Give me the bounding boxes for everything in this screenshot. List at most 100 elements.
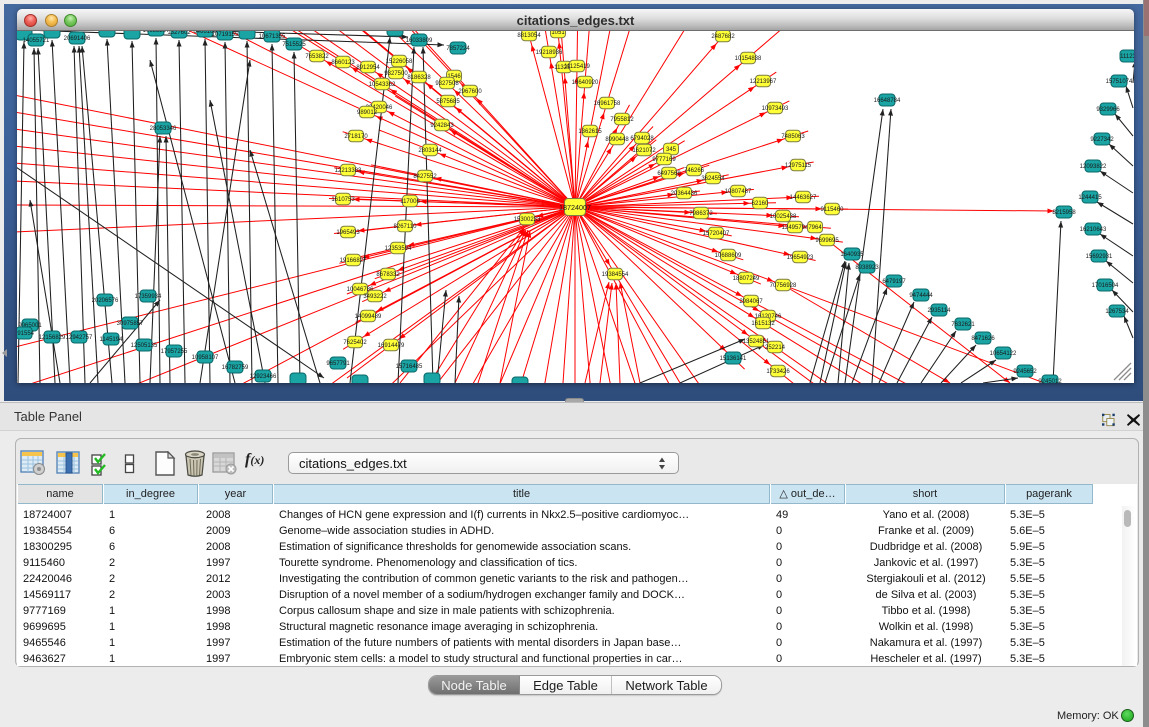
svg-text:8938923: 8938923 <box>855 265 879 271</box>
svg-text:1051: 1051 <box>551 31 565 36</box>
svg-text:1640935: 1640935 <box>840 252 864 258</box>
svg-text:12942757: 12942757 <box>66 335 93 341</box>
svg-text:7632621: 7632621 <box>951 322 975 328</box>
svg-text:8660123: 8660123 <box>331 60 355 66</box>
svg-text:2967600: 2967600 <box>458 89 482 95</box>
svg-text:8678332: 8678332 <box>376 272 400 278</box>
svg-text:12093822: 12093822 <box>1080 164 1107 170</box>
svg-text:2803144: 2803144 <box>418 148 442 154</box>
svg-text:10688609: 10688609 <box>715 253 742 259</box>
svg-text:16961758: 16961758 <box>594 101 621 107</box>
svg-text:5875685: 5875685 <box>436 99 460 105</box>
svg-text:7986372: 7986372 <box>689 211 713 217</box>
svg-text:12156829: 12156829 <box>39 335 66 341</box>
svg-text:7955812: 7955812 <box>610 117 634 123</box>
svg-text:16033809: 16033809 <box>406 38 433 44</box>
svg-text:10807487: 10807487 <box>725 189 752 195</box>
svg-text:19218936: 19218936 <box>536 50 563 56</box>
svg-text:9245012: 9245012 <box>1038 379 1062 383</box>
svg-text:15751074: 15751074 <box>1106 79 1133 85</box>
svg-text:8427552: 8427552 <box>413 174 437 180</box>
svg-text:16210643: 16210643 <box>1080 227 1107 233</box>
svg-text:14463627: 14463627 <box>790 195 817 201</box>
svg-text:9115460: 9115460 <box>821 207 845 213</box>
svg-text:8813054: 8813054 <box>517 33 541 39</box>
svg-text:6794028: 6794028 <box>630 136 654 142</box>
svg-text:2487682: 2487682 <box>711 34 735 40</box>
svg-text:8990448: 8990448 <box>605 137 629 143</box>
svg-text:18807249: 18807249 <box>733 276 760 282</box>
svg-text:6497568: 6497568 <box>657 171 681 177</box>
svg-text:16782759: 16782759 <box>222 365 249 371</box>
svg-text:8267110: 8267110 <box>394 224 418 230</box>
svg-text:9329966: 9329966 <box>1096 107 1120 113</box>
svg-text:8471626: 8471626 <box>971 336 995 342</box>
svg-text:10025438: 10025438 <box>770 214 797 220</box>
svg-text:1327602: 1327602 <box>167 31 191 36</box>
svg-text:11125419: 11125419 <box>564 64 590 70</box>
svg-text:12213967: 12213967 <box>750 79 777 85</box>
svg-text:10671355: 10671355 <box>259 34 286 40</box>
svg-text:9227342: 9227342 <box>1090 137 1114 143</box>
svg-text:20206576: 20206576 <box>92 298 119 304</box>
svg-text:18640920: 18640920 <box>572 80 599 86</box>
svg-text:12975115: 12975115 <box>785 163 812 169</box>
svg-text:9657791: 9657791 <box>326 361 350 367</box>
svg-text:14055721: 14055721 <box>23 38 50 44</box>
svg-text:1610753: 1610753 <box>331 197 355 203</box>
svg-text:9245652: 9245652 <box>1013 369 1037 375</box>
svg-text:28053346: 28053346 <box>150 126 177 132</box>
svg-text:15300233: 15300233 <box>514 217 541 223</box>
svg-text:15692931: 15692931 <box>1086 254 1113 260</box>
svg-text:10654122: 10654122 <box>990 351 1017 357</box>
svg-text:991554: 991554 <box>17 331 35 337</box>
svg-text:12923466: 12923466 <box>250 374 277 380</box>
svg-text:7625402: 7625402 <box>343 340 367 346</box>
svg-text:14099489: 14099489 <box>355 314 382 320</box>
svg-text:117006: 117006 <box>400 199 420 205</box>
svg-text:17957255: 17957255 <box>161 349 188 355</box>
svg-text:62160: 62160 <box>752 201 769 207</box>
svg-text:6479197: 6479197 <box>882 279 906 285</box>
svg-text:12353594: 12353594 <box>385 246 412 252</box>
svg-text:8215958: 8215958 <box>1052 210 1076 216</box>
svg-text:12213383: 12213383 <box>335 168 362 174</box>
svg-text:19166827: 19166827 <box>340 258 367 264</box>
svg-text:30975857: 30975857 <box>117 321 144 327</box>
svg-text:19654923: 19654923 <box>787 255 814 261</box>
svg-text:1615132: 1615132 <box>751 321 775 327</box>
svg-text:3624554: 3624554 <box>701 176 725 182</box>
svg-text:18724007: 18724007 <box>559 203 591 212</box>
svg-text:16648784: 16648784 <box>874 98 901 104</box>
svg-text:2718170: 2718170 <box>344 134 368 140</box>
svg-text:17359934: 17359934 <box>135 294 162 300</box>
svg-text:10958107: 10958107 <box>192 355 219 361</box>
svg-text:15136141: 15136141 <box>720 356 747 362</box>
svg-text:9327500: 9327500 <box>384 71 408 77</box>
svg-text:17016504: 17016504 <box>1092 283 1119 289</box>
svg-text:10543362: 10543362 <box>369 82 396 88</box>
svg-text:8186328: 8186328 <box>407 75 431 81</box>
svg-text:15720407: 15720407 <box>703 231 730 237</box>
svg-text:746266: 746266 <box>684 168 705 174</box>
svg-text:9327508: 9327508 <box>435 81 459 87</box>
svg-text:7857224: 7857224 <box>446 46 470 52</box>
svg-text:12505135: 12505135 <box>131 343 158 349</box>
svg-text:15226058: 15226058 <box>386 59 413 65</box>
svg-text:10154838: 10154838 <box>735 56 762 62</box>
svg-text:16914479: 16914479 <box>378 343 405 349</box>
svg-text:989012: 989012 <box>357 110 378 116</box>
svg-text:345: 345 <box>666 147 677 153</box>
svg-text:2984067: 2984067 <box>739 299 763 305</box>
svg-text:1733426: 1733426 <box>766 369 790 375</box>
svg-text:19384554: 19384554 <box>602 272 629 278</box>
svg-text:7485063: 7485063 <box>781 134 805 140</box>
svg-text:9699695: 9699695 <box>815 238 839 244</box>
svg-text:11123: 11123 <box>1120 54 1134 60</box>
svg-text:7964: 7964 <box>808 225 822 231</box>
svg-text:20691406: 20691406 <box>64 36 91 42</box>
svg-text:12495794: 12495794 <box>782 225 809 231</box>
svg-text:7653822: 7653822 <box>305 54 329 60</box>
svg-text:9242843: 9242843 <box>430 123 454 129</box>
svg-text:1621072: 1621072 <box>632 148 656 154</box>
